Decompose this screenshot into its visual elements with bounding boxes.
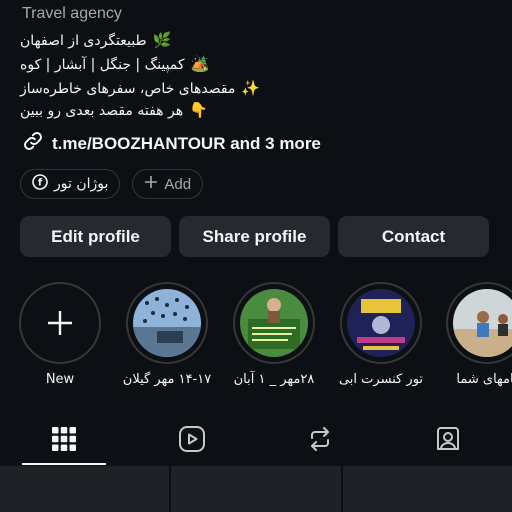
highlight-label: New — [45, 372, 75, 387]
profile-tabs — [0, 413, 512, 465]
camping-emoji: 🏕️ — [190, 55, 210, 73]
profile-chips: f بوژان تور Add — [20, 169, 204, 199]
leaf-emoji: 🌿 — [152, 31, 172, 49]
edit-profile-button[interactable]: Edit profile — [20, 216, 171, 257]
post-thumbnail[interactable] — [171, 466, 341, 512]
svg-text:f: f — [38, 178, 43, 189]
bio-text: کمپینگ | جنگل | آبشار | کوه — [20, 57, 185, 73]
highlight-gilan[interactable]: ۱۴-۱۷ مهر گیلان — [117, 282, 217, 387]
post-thumbnail[interactable] — [0, 466, 170, 512]
active-tab-indicator — [22, 463, 106, 465]
highlight-yours[interactable]: تامهای شما — [437, 282, 512, 387]
highlight-label: تامهای شما — [456, 372, 512, 387]
plus-icon — [144, 175, 158, 193]
posts-grid — [0, 466, 512, 512]
bio-text: طبیعتگردی از اصفهان — [20, 33, 147, 49]
tagged-icon — [437, 427, 459, 450]
contact-button[interactable]: Contact — [338, 216, 489, 257]
highlight-ring — [446, 282, 512, 364]
bio-line-2: 🏕️ کمپینگ | جنگل | آبشار | کوه — [20, 55, 209, 73]
threads-chip[interactable]: f بوژان تور — [20, 169, 121, 199]
share-profile-button[interactable]: Share profile — [179, 216, 330, 257]
threads-icon: f — [32, 174, 48, 194]
profile-actions: Edit profile Share profile Contact — [20, 216, 489, 257]
highlight-label: تور کنسرت ابی — [338, 372, 424, 387]
add-chip[interactable]: Add — [132, 169, 204, 199]
highlight-cover — [133, 289, 201, 357]
link-text: t.me/BOOZHANTOUR and 3 more — [52, 133, 321, 153]
profile-link[interactable]: t.me/BOOZHANTOUR and 3 more — [22, 130, 321, 157]
highlight-new[interactable]: New — [10, 282, 110, 387]
sparkles-emoji: ✨ — [241, 79, 261, 97]
profile-screen: Travel agency 🌿 طبیعتگردی از اصفهان 🏕️ کمپ… — [0, 0, 512, 512]
highlight-label: ۱۴-۱۷ مهر گیلان — [122, 372, 212, 387]
bio-line-1: 🌿 طبیعتگردی از اصفهان — [20, 31, 171, 49]
highlight-label: ۲۸مهر _ ۱ آبان — [233, 372, 315, 387]
highlight-mehr-aban[interactable]: ۲۸مهر _ ۱ آبان — [224, 282, 324, 387]
add-chip-label: Add — [164, 175, 192, 193]
plus-icon — [48, 311, 72, 335]
pointing-down-emoji: 👇 — [189, 101, 208, 119]
tab-grid[interactable] — [0, 413, 128, 465]
bio-line-4: 👇 هر هفته مقصد بعدی رو ببین — [20, 101, 208, 119]
bio-text: مقصدهای خاص، سفرهای خاطره‌ساز — [20, 81, 236, 97]
highlight-concert[interactable]: تور کنسرت ابی — [331, 282, 431, 387]
repost-icon — [311, 427, 329, 451]
tab-tagged[interactable] — [384, 413, 512, 465]
highlight-ring — [126, 282, 208, 364]
threads-chip-label: بوژان تور — [54, 176, 109, 192]
reels-icon — [179, 426, 205, 452]
highlight-ring — [340, 282, 422, 364]
story-highlights: New ۱۴-۱۷ مهر گیلان ۲۸مهر _ ۱ آبان تور ک… — [0, 282, 512, 392]
new-highlight-ring — [19, 282, 101, 364]
profile-category: Travel agency — [22, 5, 122, 22]
bio-text: هر هفته مقصد بعدی رو ببین — [20, 103, 184, 119]
tab-reposts[interactable] — [256, 413, 384, 465]
highlight-cover — [240, 289, 308, 357]
highlight-cover — [453, 289, 512, 357]
bio-line-3: ✨ مقصدهای خاص، سفرهای خاطره‌ساز — [20, 79, 260, 97]
post-thumbnail[interactable] — [342, 466, 512, 512]
grid-icon — [52, 427, 76, 451]
highlight-ring — [233, 282, 315, 364]
tab-reels[interactable] — [128, 413, 256, 465]
link-icon — [22, 130, 44, 157]
highlight-cover — [347, 289, 415, 357]
